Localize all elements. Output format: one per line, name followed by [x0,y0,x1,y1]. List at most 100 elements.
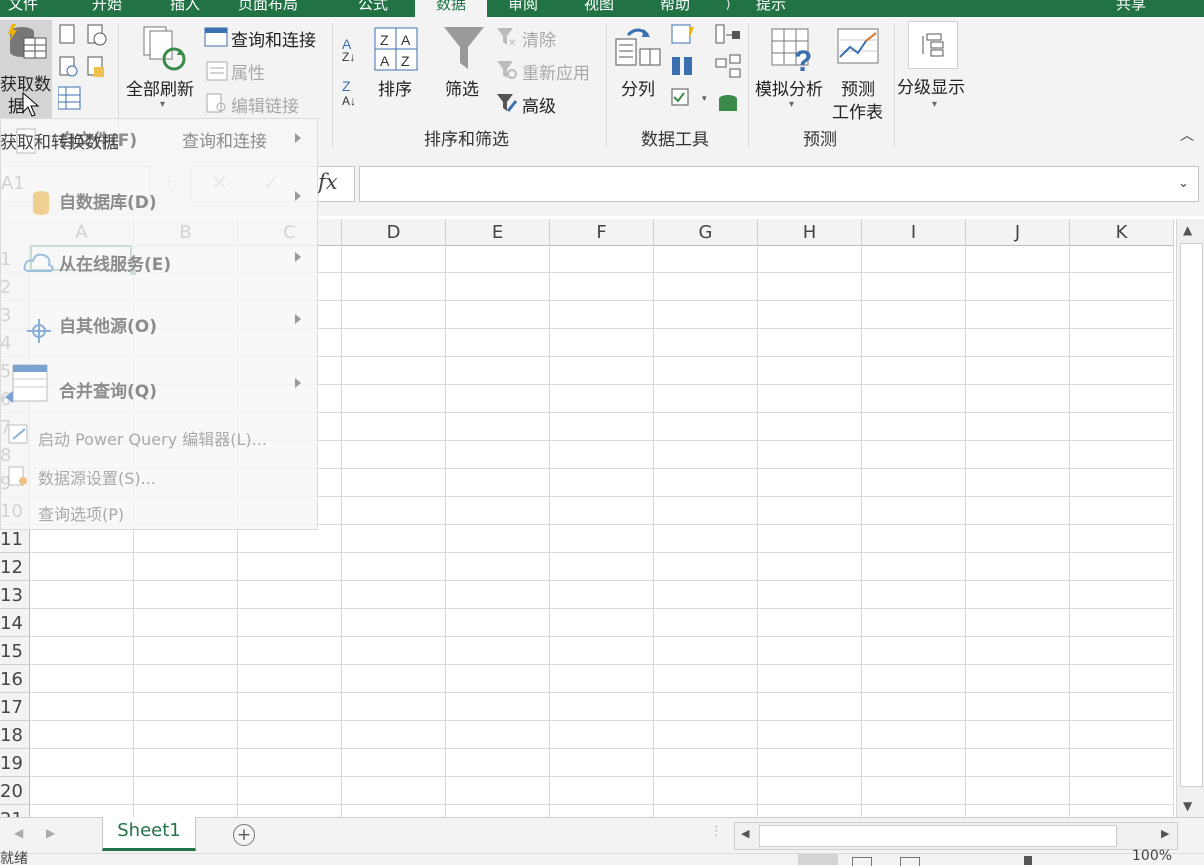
row-header[interactable]: 20 [0,777,30,805]
refresh-all-icon [143,26,186,71]
group-label-forecast: 预测 [803,130,837,150]
data-tools-small-icons[interactable]: ▾ [670,23,742,119]
edit-links-button[interactable]: 编辑链接 [231,92,299,117]
tab-home[interactable]: 开始 [92,0,122,17]
group-label-data-tools: 数据工具 [641,130,709,150]
status-bar: 就绪 100% [0,848,1204,867]
get-data-small-icons[interactable] [58,23,112,115]
tab-help[interactable]: 帮助 [660,0,690,17]
row-header[interactable]: 14 [0,609,30,637]
group-label-queries: 查询和连接 [182,132,267,152]
get-data-menu: 自文件(F) 查询和连接 自数据库(D) 从在线服务(E) 自其他源(O) 合并… [0,118,318,530]
what-if-analysis-icon: ? [771,28,812,73]
cloud-icon [23,253,54,272]
properties-button[interactable]: 属性 [231,59,265,84]
what-if-analysis-button[interactable]: 模拟分析 [755,75,823,100]
menu-item-query-options[interactable]: 查询选项(P) [38,501,124,525]
vertical-scroll-thumb[interactable] [1180,243,1203,787]
horizontal-scrollbar[interactable]: ◀ ▶ [734,822,1178,850]
outline-chevron-icon[interactable]: ▾ [932,99,937,110]
row-header[interactable]: 19 [0,749,30,777]
forecast-sheet-icon [837,28,879,64]
tab-view[interactable]: 视图 [584,0,614,17]
advanced-button[interactable]: 高级 [522,92,556,117]
queries-connections-icon [204,27,228,47]
scroll-next-sheet-icon[interactable]: ▶ [46,826,55,840]
menu-item-from-database[interactable]: 自数据库(D) [59,188,157,213]
scroll-up-icon[interactable]: ▲ [1183,223,1192,237]
share-button[interactable]: 共享 [1116,0,1146,17]
svg-text:Z↓: Z↓ [342,50,355,64]
database-icon [8,24,47,59]
column-header[interactable]: E [446,219,550,246]
menu-item-from-other-sources[interactable]: 自其他源(O) [59,312,157,337]
scroll-prev-sheet-icon[interactable]: ◀ [14,826,23,840]
menu-item-data-source-settings[interactable]: 数据源设置(S)... [38,465,156,489]
collapse-ribbon-icon[interactable]: ︿ [1180,125,1194,145]
submenu-arrow-icon [295,252,301,262]
tab-page-layout[interactable]: 页面布局 [238,0,298,17]
refresh-all-button[interactable]: 全部刷新 [126,75,194,100]
scroll-right-icon[interactable]: ▶ [1161,827,1169,840]
properties-icon [206,61,228,81]
formula-input[interactable] [359,166,1199,202]
page-layout-view-button[interactable] [852,857,872,866]
tab-tell-me[interactable]: 提示 [756,0,786,17]
column-header[interactable]: I [862,219,966,246]
menu-item-from-online-services[interactable]: 从在线服务(E) [59,250,171,275]
scroll-left-icon[interactable]: ◀ [741,827,749,840]
reapply-button[interactable]: 重新应用 [522,59,590,84]
normal-view-button[interactable] [798,854,838,865]
column-header[interactable]: J [966,219,1070,246]
svg-text:A: A [380,53,390,69]
menu-item-combine-queries[interactable]: 合并查询(Q) [59,377,157,402]
scroll-down-icon[interactable]: ▼ [1183,799,1192,813]
clear-button[interactable]: 清除 [522,26,556,51]
outline-button[interactable]: 分级显示 [897,73,965,98]
row-header[interactable]: 16 [0,665,30,693]
sort-button[interactable]: 排序 [378,75,412,100]
vertical-scrollbar[interactable]: ▲ ▼ [1176,219,1204,817]
filter-button[interactable]: 筛选 [445,75,479,100]
column-header[interactable]: D [342,219,446,246]
sort-icon: ZA AZ [374,27,418,71]
page-break-view-button[interactable] [900,857,920,866]
text-to-columns-button[interactable]: 分列 [621,75,655,100]
column-header[interactable]: K [1070,219,1174,246]
ribbon-tab-strip: 文件 开始 插入 页面布局 公式 数据 审阅 视图 帮助 ⟩ 提示 共享 [0,0,1204,17]
what-if-chevron-icon[interactable]: ▾ [789,99,794,110]
sheet-tab-sheet1[interactable]: Sheet1 [102,817,196,851]
column-header[interactable]: H [758,219,862,246]
queries-connections-button[interactable]: 查询和连接 [231,26,316,51]
tab-file[interactable]: 文件 [8,0,38,17]
zoom-level[interactable]: 100% [1132,848,1172,864]
forecast-sheet-label-1[interactable]: 预测 [841,75,875,100]
row-header[interactable]: 12 [0,553,30,581]
other-sources-icon [27,319,51,343]
tab-review[interactable]: 审阅 [508,0,538,17]
sort-az-icons[interactable]: AZ↓ ZA↓ [340,33,364,109]
svg-text:Z: Z [401,53,410,69]
clear-filter-icon: ✕ [497,28,516,47]
text-to-columns-icon [615,28,661,66]
row-header[interactable]: 18 [0,721,30,749]
row-header[interactable]: 15 [0,637,30,665]
tab-split-handle[interactable]: ⋮ [710,824,723,839]
tab-data[interactable]: 数据 [415,0,487,17]
horizontal-scroll-thumb[interactable] [759,825,1117,847]
row-header[interactable]: 17 [0,693,30,721]
edit-links-icon [206,93,226,113]
forecast-sheet-label-2[interactable]: 工作表 [832,98,883,123]
refresh-all-chevron-icon[interactable]: ▾ [160,99,165,110]
tab-insert[interactable]: 插入 [170,0,200,17]
tab-formulas[interactable]: 公式 [358,0,388,17]
new-sheet-icon[interactable]: + [233,824,255,846]
data-source-settings-icon [8,466,27,486]
column-header[interactable]: F [550,219,654,246]
combine-queries-icon [5,364,48,403]
insert-function-icon[interactable]: fx [318,170,338,194]
expand-formula-bar-icon[interactable]: ⌄ [1178,176,1189,191]
column-header[interactable]: G [654,219,758,246]
row-header[interactable]: 13 [0,581,30,609]
menu-item-launch-power-query[interactable]: 启动 Power Query 编辑器(L)... [38,426,267,450]
